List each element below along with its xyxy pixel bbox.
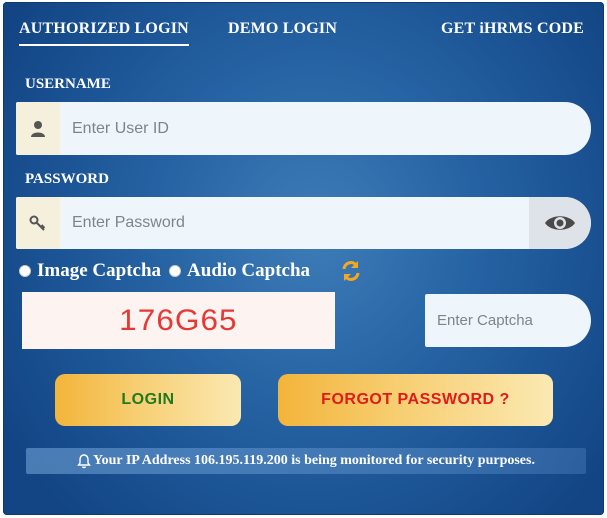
username-label: USERNAME	[25, 76, 111, 92]
captcha-field	[425, 294, 591, 347]
tab-get-ihrms-code[interactable]: GET iHRMS CODE	[441, 20, 584, 38]
bell-icon	[77, 453, 91, 469]
login-button[interactable]: LOGIN	[55, 374, 241, 426]
username-input[interactable]	[60, 102, 591, 155]
tab-authorized-login[interactable]: AUTHORIZED LOGIN	[19, 20, 189, 46]
forgot-password-button[interactable]: FORGOT PASSWORD ?	[278, 374, 553, 426]
login-panel: AUTHORIZED LOGIN DEMO LOGIN GET iHRMS CO…	[3, 2, 604, 515]
ip-monitor-notice: Your IP Address 106.195.119.200 is being…	[26, 448, 586, 474]
login-tabs: AUTHORIZED LOGIN DEMO LOGIN GET iHRMS CO…	[19, 20, 588, 50]
password-field	[16, 197, 591, 249]
image-captcha-label: Image Captcha	[37, 260, 162, 281]
audio-captcha-label: Audio Captcha	[187, 260, 311, 281]
captcha-input[interactable]	[425, 311, 591, 330]
radio-audio-captcha[interactable]	[169, 265, 182, 277]
ip-notice-text: Your IP Address 106.195.119.200 is being…	[93, 453, 535, 468]
eye-icon[interactable]	[529, 197, 591, 249]
username-field	[16, 102, 591, 155]
captcha-text: 176G65	[119, 303, 238, 337]
user-icon	[16, 102, 60, 155]
tab-demo-login[interactable]: DEMO LOGIN	[228, 20, 337, 38]
key-icon	[16, 197, 60, 249]
password-input[interactable]	[60, 197, 529, 249]
radio-image-captcha[interactable]	[19, 265, 31, 277]
captcha-options: Image Captcha Audio Captcha	[19, 259, 362, 283]
captcha-image: 176G65	[22, 292, 335, 349]
password-label: PASSWORD	[25, 171, 109, 187]
refresh-icon[interactable]	[340, 260, 362, 282]
